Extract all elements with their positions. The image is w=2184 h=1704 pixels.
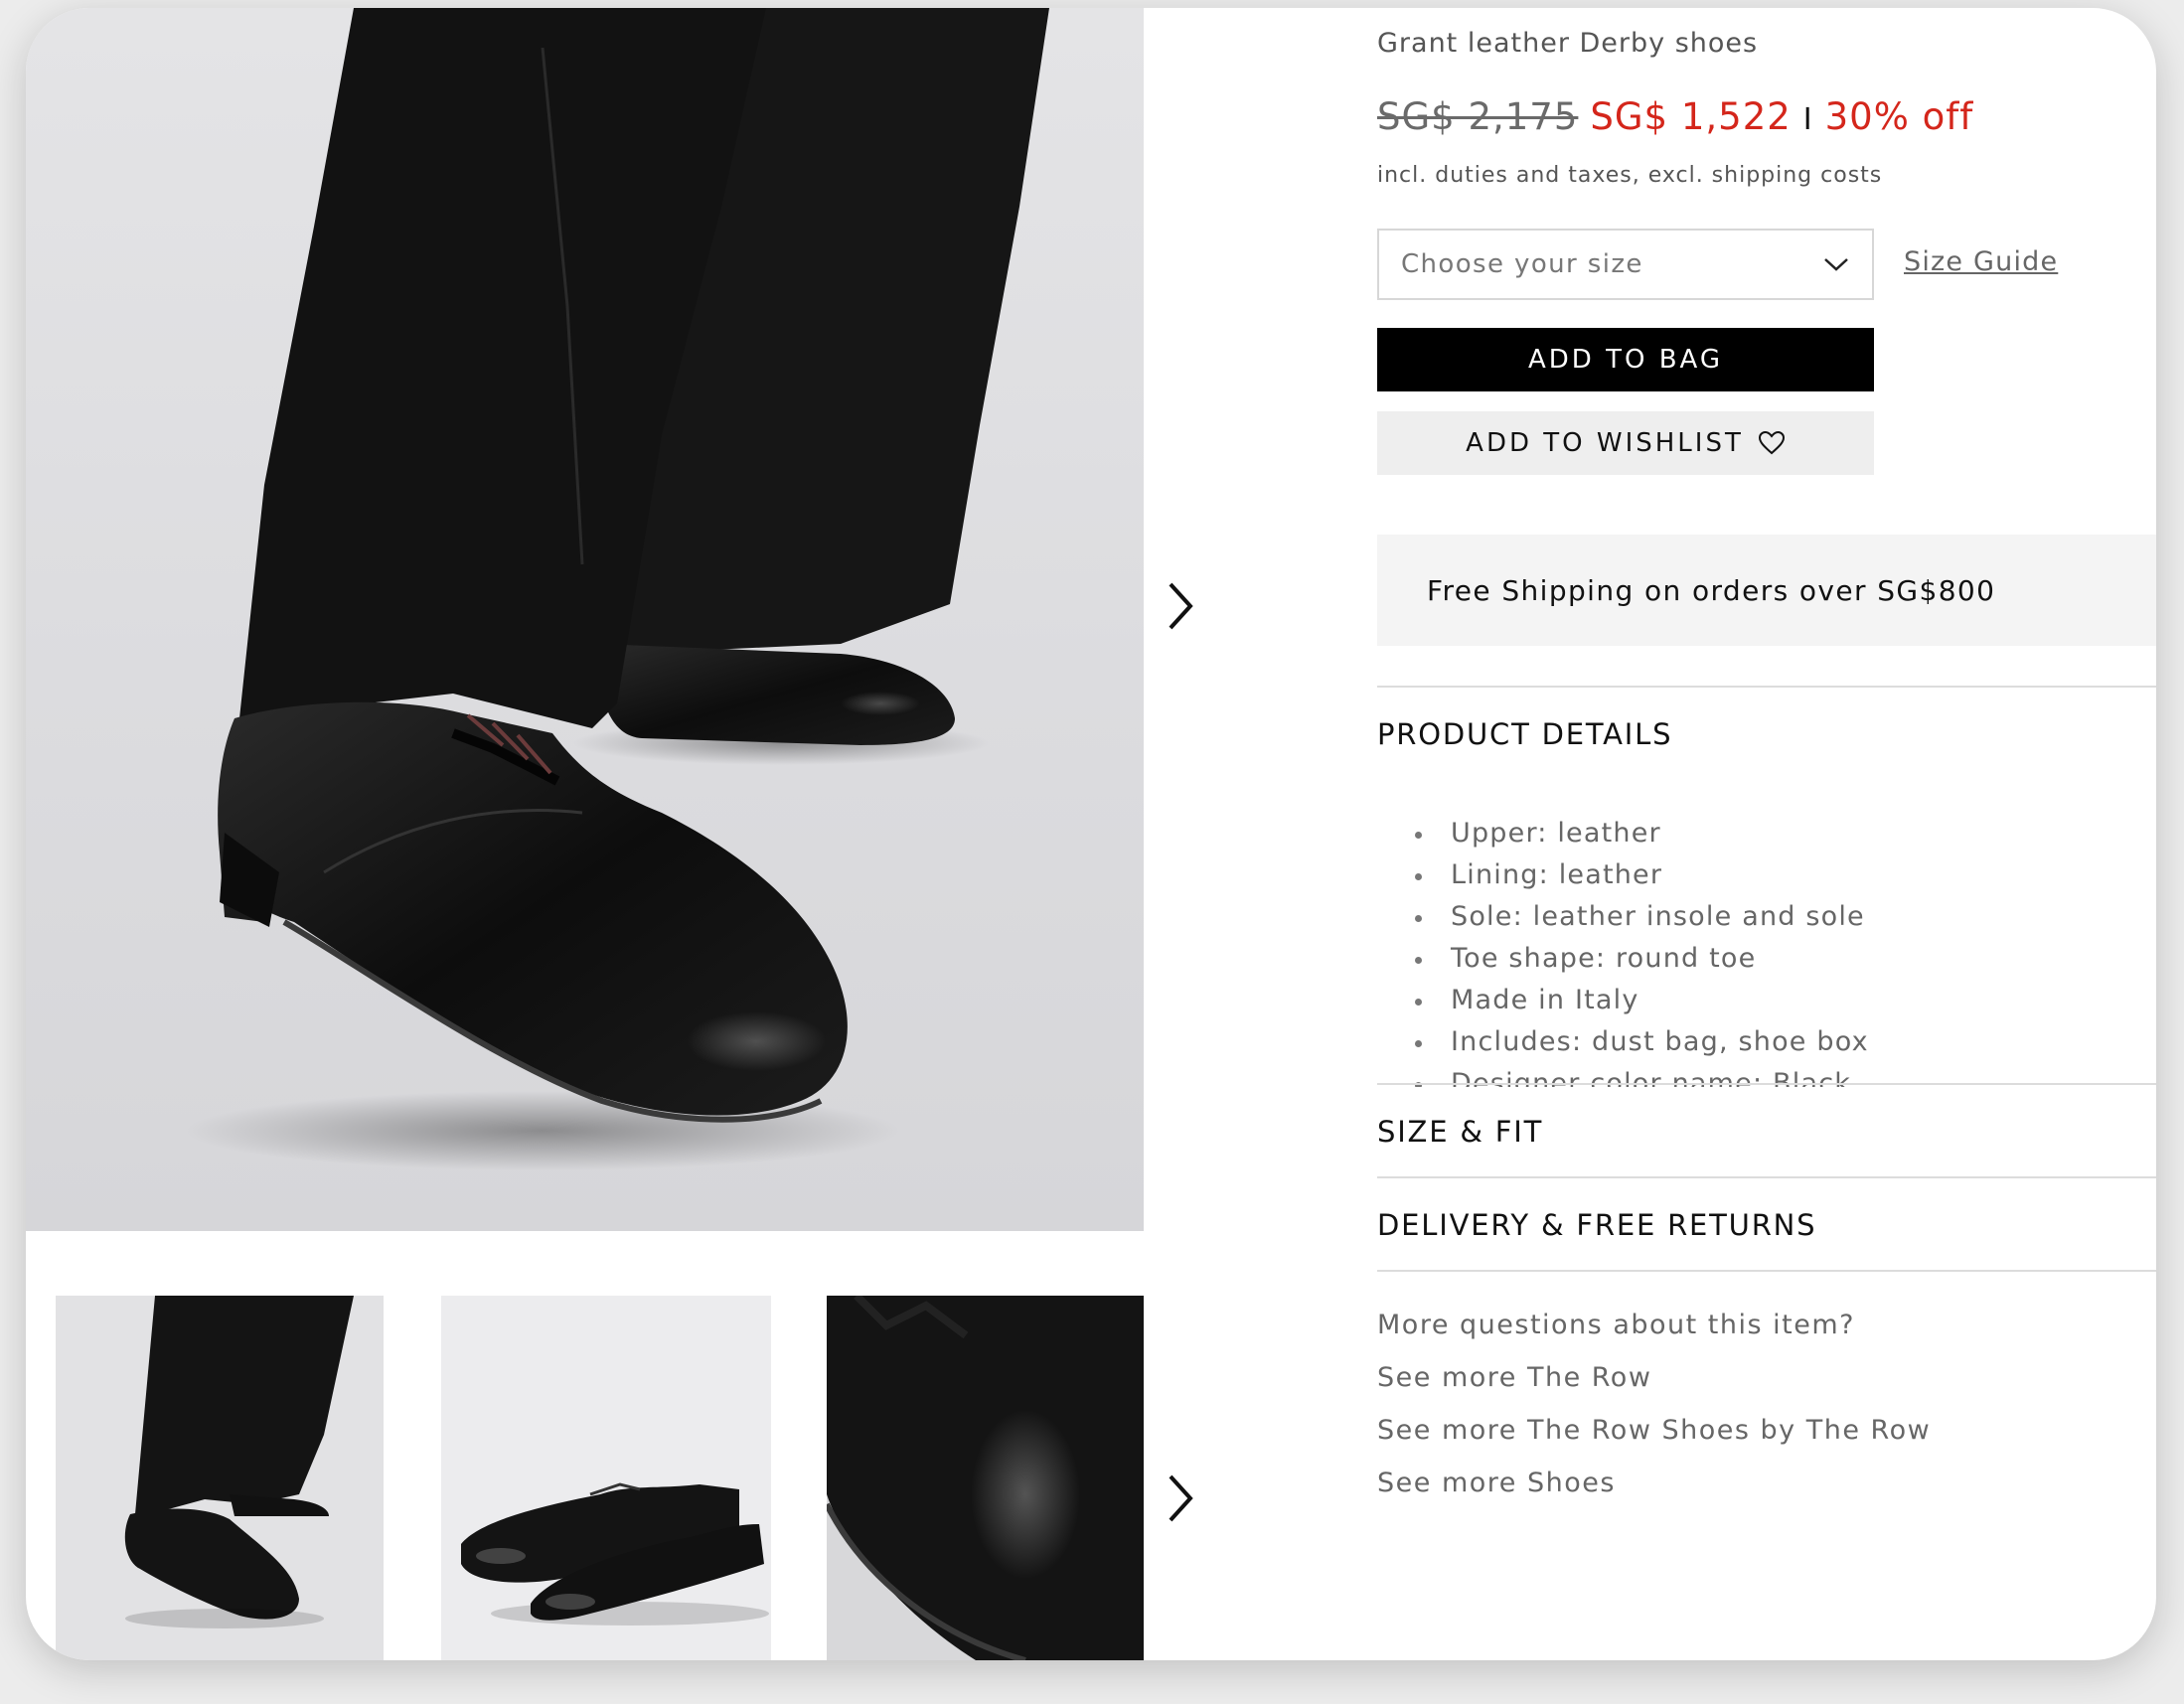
divider [1377,1270,2156,1272]
discount-badge: 30% off [1824,95,1974,138]
thumbnail-1[interactable] [56,1296,384,1660]
delivery-returns-heading[interactable]: DELIVERY & FREE RETURNS [1377,1208,1816,1242]
add-to-bag-button[interactable]: ADD TO BAG [1377,328,1874,391]
thumbnail-model-photo [124,1296,354,1628]
main-image-next-arrow-outer[interactable] [1159,576,1202,636]
detail-item: Upper: leather [1415,813,2156,854]
product-name: Grant leather Derby shoes [1377,28,1759,59]
original-price: SG$ 2,175 [1377,95,1579,138]
see-more-brand-link[interactable]: See more The Row [1377,1362,1931,1415]
chevron-right-icon [1169,1474,1193,1522]
thumbnail-2[interactable] [441,1296,771,1660]
tax-note: incl. duties and taxes, excl. shipping c… [1377,163,1883,188]
detail-item: Sole: leather insole and sole [1415,896,2156,938]
heart-icon [1758,430,1785,455]
detail-item: Lining: leather [1415,854,2156,896]
price-separator: I [1802,102,1813,137]
product-details-list: Upper: leather Lining: leather Sole: lea… [1377,813,2156,1087]
main-product-image[interactable] [26,8,1144,1231]
thumbnail-toe-closeup-photo [827,1296,1144,1660]
add-to-wishlist-button[interactable]: ADD TO WISHLIST [1377,411,1874,475]
thumbnail-pair-photo [461,1482,769,1626]
product-details-heading[interactable]: PRODUCT DETAILS [1377,717,1672,751]
free-shipping-banner: Free Shipping on orders over SG$800 [1377,535,2156,646]
more-links: More questions about this item? See more… [1377,1310,1931,1520]
shoes-on-model-photo [185,8,1049,1170]
more-questions-text: More questions about this item? [1377,1310,1855,1340]
detail-item: Includes: dust bag, shoe box [1415,1021,2156,1063]
detail-item: Made in Italy [1415,980,2156,1021]
thumbnails-next-arrow[interactable] [1159,1469,1202,1528]
product-page: Grant leather Derby shoes SG$ 2,175 SG$ … [26,8,2156,1660]
size-guide-link[interactable]: Size Guide [1904,246,2058,277]
price-row: SG$ 2,175 SG$ 1,522 I 30% off [1377,95,1973,138]
see-more-shoes-link[interactable]: See more Shoes [1377,1468,1931,1520]
size-fit-heading[interactable]: SIZE & FIT [1377,1115,1543,1149]
divider [1377,1083,2156,1085]
detail-item: Toe shape: round toe [1415,938,2156,980]
see-more-brand-shoes-link[interactable]: See more The Row Shoes by The Row [1377,1415,1931,1468]
add-to-wishlist-label: ADD TO WISHLIST [1466,428,1744,458]
size-select[interactable]: Choose your size [1377,229,1874,300]
chevron-down-icon [1824,258,1848,271]
chevron-right-icon [1169,582,1193,630]
sale-price: SG$ 1,522 [1590,95,1792,138]
size-select-placeholder: Choose your size [1401,249,1643,279]
divider [1377,686,2156,688]
divider [1377,1176,2156,1178]
thumbnail-3[interactable] [827,1296,1144,1660]
